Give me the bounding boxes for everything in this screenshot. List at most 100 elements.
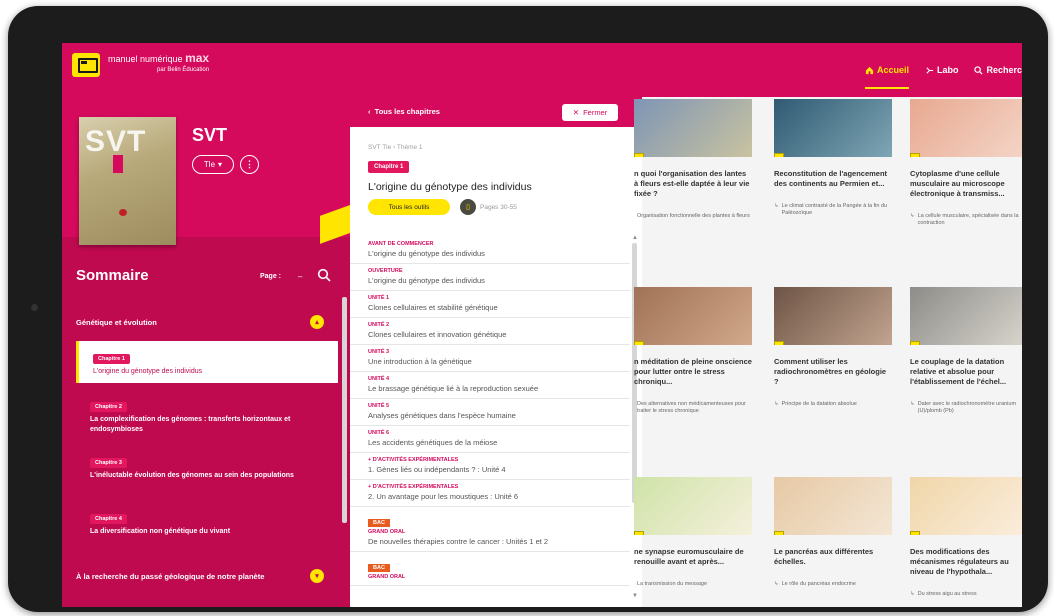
toc-item[interactable]: BAC Grand oral De nouvelles thérapies cont… (350, 507, 630, 552)
toc-kicker: + D'activités expérimentales (368, 457, 459, 463)
back-to-chapters-link[interactable]: ‹ Tous les chapitres (368, 107, 440, 116)
nav-home[interactable]: Accueil (864, 43, 909, 97)
theme-label: Génétique et évolution (76, 317, 157, 327)
resource-thumbnail (774, 477, 892, 535)
chapter-title: L'origine du génotype des individus (93, 368, 203, 375)
toc-item[interactable]: Unité 3 Une introduction à la génétique (350, 345, 630, 372)
resource-thumbnail (910, 477, 1022, 535)
toc-item[interactable]: Unité 6 Les accidents génétiques de la mé… (350, 426, 630, 453)
app-logo-icon[interactable] (72, 53, 100, 77)
book-cover-title: SVT (85, 125, 147, 158)
book-cover-level (113, 155, 123, 173)
book-cover[interactable]: SVT (79, 117, 176, 245)
resource-subtitle: Organisation fonctionnelle des plantes à… (634, 213, 752, 220)
all-tools-button[interactable]: Tous les outils (368, 199, 450, 215)
theme-geologie[interactable]: À la recherche du passé géologique de no… (62, 563, 338, 589)
resource-thumbnail (774, 99, 892, 157)
resource-card[interactable]: Cytoplasme d'une cellule musculaire au m… (910, 99, 1022, 227)
chapter-title: L'inéluctable évolution des génomes au s… (90, 472, 294, 479)
toc-text: Une introduction à la génétique (368, 357, 472, 366)
resource-card[interactable]: Comment utiliser les radiochronomètres e… (774, 287, 892, 408)
theme-genetique[interactable]: Génétique et évolution ▴ (62, 309, 338, 335)
toc-item[interactable]: Ouverture L'origine du génotype des indiv… (350, 264, 630, 291)
resource-subtitle-text: Du stress aigu au stress (917, 591, 977, 597)
chapter-tag: Chapitre 1 (93, 354, 130, 364)
resource-subtitle-text: La cellule musculaire, spécialisée dans … (917, 213, 1019, 226)
resource-subtitle-text: Dater avec le radiochronomètre uranium (… (917, 401, 1017, 414)
more-options-button[interactable]: ⋮ (240, 155, 259, 174)
chapter-2[interactable]: Chapitre 2 La complexification des génom… (76, 389, 338, 441)
close-label: Fermer (583, 108, 608, 117)
chapter-3[interactable]: Chapitre 3 L'inéluctable évolution des g… (76, 445, 338, 487)
resource-title: ne synapse euromusculaire de renouille a… (634, 547, 744, 566)
toc-item[interactable]: Unité 4 Le brassage génétique lié à la re… (350, 372, 630, 399)
chapter-title: La diversification non génétique du viva… (90, 528, 231, 535)
resource-card[interactable]: n quoi l'organisation des lantes à fleur… (634, 99, 752, 220)
resource-card[interactable]: Reconstitution de l'agencement des conti… (774, 99, 892, 217)
resource-card[interactable]: n méditation de pleine onscience pour lu… (634, 287, 752, 415)
resource-title: Des modifications des mécanismes régulat… (910, 547, 1009, 576)
chapter-tag: Chapitre 4 (90, 514, 127, 524)
qr-code-icon (634, 341, 644, 345)
toc-item[interactable]: Avant de commencer L'origine du génotype … (350, 237, 630, 264)
toc-kicker: + D'activités expérimentales (368, 484, 459, 490)
resource-title: Cytoplasme d'une cellule musculaire au m… (910, 169, 1005, 198)
search-icon (974, 65, 983, 75)
resource-subtitle: ↳ Le rôle du pancréas endocrine (774, 581, 892, 588)
toc-text: L'origine du génotype des individus (368, 276, 485, 285)
chevron-up-icon[interactable]: ▴ (310, 315, 324, 329)
toc-text: Clones cellulaires et stabilité génétiqu… (368, 303, 498, 312)
link-arrow-icon: ↳ (910, 401, 915, 407)
lab-icon (926, 66, 934, 74)
breadcrumb[interactable]: SVT Tle › Thème 1 (368, 144, 423, 151)
toc-kicker: Ouverture (368, 268, 403, 274)
chapter-4[interactable]: Chapitre 4 La diversification non généti… (76, 501, 338, 543)
subject-title: SVT (192, 125, 228, 145)
resource-title: Comment utiliser les radiochronomètres e… (774, 357, 887, 386)
toc-item[interactable]: + D'activités expérimentales 1. Gènes lié… (350, 453, 630, 480)
toc-kicker: Unité 4 (368, 376, 390, 382)
scroll-down-icon[interactable]: ▼ (632, 593, 638, 599)
sommaire-scrollbar[interactable] (342, 297, 347, 523)
link-arrow-icon: ↳ (774, 203, 779, 209)
ladybug-image (119, 209, 127, 216)
resource-title: Reconstitution de l'agencement des conti… (774, 169, 888, 188)
decorative-shape (320, 194, 350, 244)
chapter-1[interactable]: Chapitre 1 L'origine du génotype des ind… (76, 341, 338, 383)
nav-search[interactable]: Recherc (974, 43, 1022, 97)
scroll-up-icon[interactable]: ▲ (632, 235, 638, 241)
toc-item[interactable]: BAC Grand oral (350, 552, 630, 586)
resource-subtitle: La transmission du message (634, 581, 752, 588)
toc-item[interactable]: Unité 5 Analyses génétiques dans l'espèce… (350, 399, 630, 426)
page-input[interactable]: – (298, 272, 302, 281)
resource-subtitle: ↳ La cellule musculaire, spécialisée dans… (910, 213, 1022, 227)
resource-title: n quoi l'organisation des lantes à fleur… (634, 169, 750, 198)
resource-card[interactable]: Des modifications des mécanismes régulat… (910, 477, 1022, 598)
camera-dot (31, 304, 38, 311)
link-arrow-icon: ↳ (774, 401, 779, 407)
resource-thumbnail (774, 287, 892, 345)
resource-card[interactable]: Le couplage de la datation relative et a… (910, 287, 1022, 415)
chapter-title: La complexification des génomes : transf… (90, 416, 291, 433)
resource-title: Le pancréas aux différentes échelles. (774, 547, 874, 566)
toc-item[interactable]: Unité 2 Clones cellulaires et innovation … (350, 318, 630, 345)
toc-item[interactable]: + D'activités expérimentales 2. Un avanta… (350, 480, 630, 507)
resource-card[interactable]: ne synapse euromusculaire de renouille a… (634, 477, 752, 588)
resource-subtitle-text: Le climat contrasté de la Pangée à la fi… (781, 203, 888, 216)
brand-accent: max (185, 51, 210, 65)
chevron-down-icon[interactable]: ▾ (310, 569, 324, 583)
toc-item[interactable]: Unité 1 Clones cellulaires et stabilité g… (350, 291, 630, 318)
pages-range: Pages 30-55 (480, 204, 517, 211)
resource-grid: n quoi l'organisation des lantes à fleur… (634, 97, 1022, 607)
page-label: Page : (260, 273, 282, 280)
close-button[interactable]: ✕ Fermer (562, 104, 618, 121)
qr-code-icon (774, 341, 784, 345)
qr-code-icon (774, 153, 784, 157)
level-selector[interactable]: Tle ▾ (192, 155, 234, 174)
back-label: Tous les chapitres (374, 107, 440, 116)
resource-subtitle-text: Le rôle du pancréas endocrine (781, 581, 856, 587)
search-icon[interactable] (317, 268, 331, 282)
bac-badge: BAC (368, 519, 390, 527)
nav-lab[interactable]: Labo (925, 43, 958, 97)
resource-card[interactable]: Le pancréas aux différentes échelles. ↳ Le… (774, 477, 892, 588)
